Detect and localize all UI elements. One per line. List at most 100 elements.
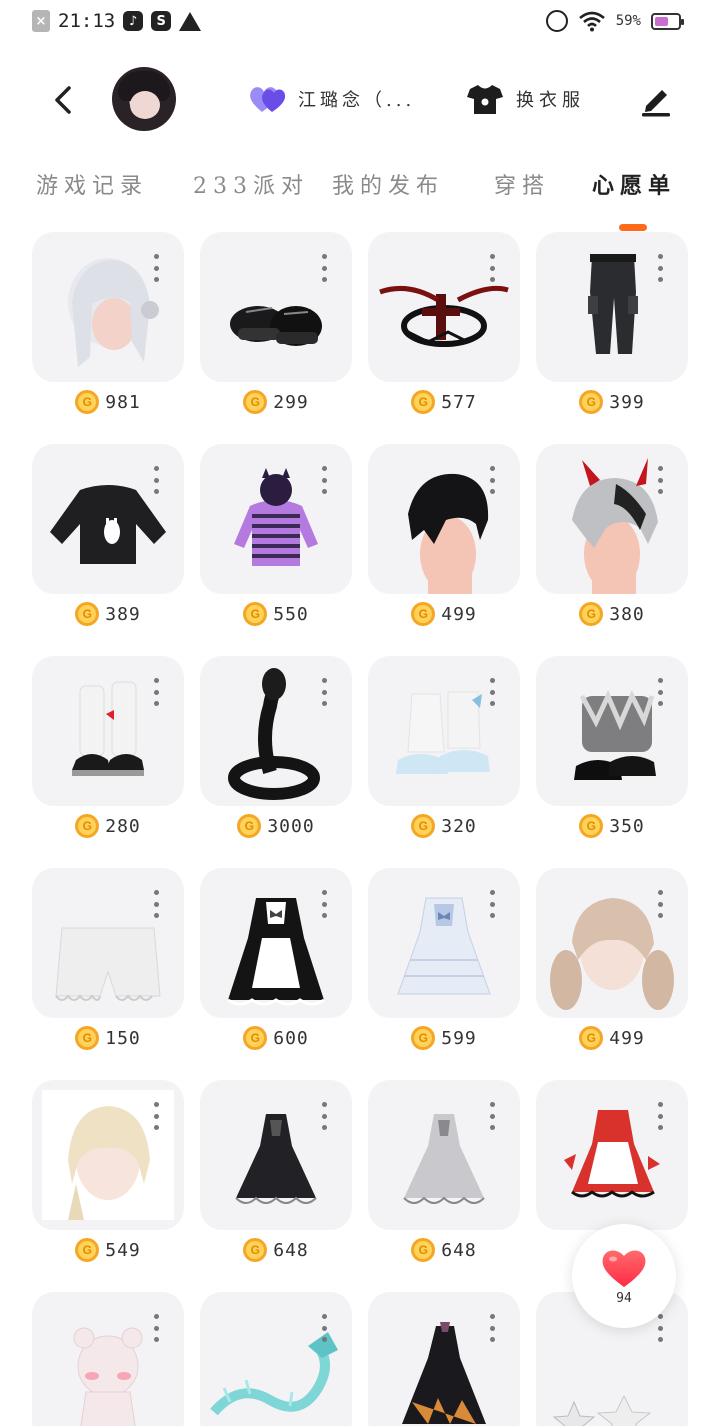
more-options-icon[interactable] xyxy=(320,1102,328,1130)
item-thumbnail[interactable] xyxy=(200,1080,352,1230)
wishlist-item[interactable]: G 648 xyxy=(200,1080,352,1262)
more-options-icon[interactable] xyxy=(488,678,496,706)
item-thumbnail[interactable] xyxy=(368,1292,520,1426)
more-options-icon[interactable] xyxy=(152,890,160,918)
tab-indicator xyxy=(619,224,647,231)
wishlist-item[interactable]: G 399 xyxy=(536,232,688,414)
wishlist-item[interactable]: G 499 xyxy=(536,868,688,1050)
wishlist-item[interactable] xyxy=(536,1080,688,1230)
more-options-icon[interactable] xyxy=(152,466,160,494)
item-thumbnail[interactable] xyxy=(200,1292,352,1426)
item-thumbnail[interactable] xyxy=(32,1292,184,1426)
item-price: 280 xyxy=(105,815,141,837)
more-options-icon[interactable] xyxy=(656,1102,664,1130)
wishlist-item[interactable]: G 599 xyxy=(368,868,520,1050)
tab-233-party[interactable]: 233派对 xyxy=(193,168,309,200)
wishlist-item[interactable]: G 320 xyxy=(368,656,520,838)
price-row: G 320 xyxy=(368,814,520,838)
item-thumbnail[interactable] xyxy=(200,656,352,806)
item-thumbnail[interactable] xyxy=(536,232,688,382)
more-options-icon[interactable] xyxy=(488,1102,496,1130)
avatar[interactable] xyxy=(112,67,176,131)
back-button[interactable] xyxy=(46,82,80,118)
more-options-icon[interactable] xyxy=(320,1314,328,1342)
more-options-icon[interactable] xyxy=(320,254,328,282)
wishlist-item[interactable]: G 600 xyxy=(200,868,352,1050)
item-thumbnail[interactable] xyxy=(536,444,688,594)
wishlist-item[interactable] xyxy=(32,1292,184,1426)
s-app-icon: S xyxy=(151,11,172,31)
tab-outfits[interactable]: 穿搭 xyxy=(494,168,550,200)
wishlist-item[interactable]: G 499 xyxy=(368,444,520,626)
fluffy-boots-image xyxy=(396,691,490,774)
relation-button[interactable]: 江璐念（... xyxy=(248,84,415,114)
more-options-icon[interactable] xyxy=(152,254,160,282)
item-thumbnail[interactable] xyxy=(368,444,520,594)
wishlist-item[interactable]: G 648 xyxy=(368,1080,520,1262)
item-thumbnail[interactable] xyxy=(200,232,352,382)
like-count: 94 xyxy=(616,1290,632,1306)
more-options-icon[interactable] xyxy=(656,890,664,918)
item-thumbnail[interactable] xyxy=(536,868,688,1018)
item-thumbnail[interactable] xyxy=(368,1080,520,1230)
item-thumbnail[interactable] xyxy=(32,656,184,806)
item-thumbnail[interactable] xyxy=(368,868,520,1018)
wishlist-item[interactable]: G 3000 xyxy=(200,656,352,838)
price-row: G 380 xyxy=(536,602,688,626)
more-options-icon[interactable] xyxy=(656,466,664,494)
item-price: 399 xyxy=(609,391,645,413)
more-options-icon[interactable] xyxy=(152,678,160,706)
item-thumbnail[interactable] xyxy=(32,1080,184,1230)
more-options-icon[interactable] xyxy=(656,1314,664,1342)
like-button[interactable]: 94 xyxy=(572,1224,676,1328)
item-thumbnail[interactable] xyxy=(536,1080,688,1230)
black-sweater-image xyxy=(50,485,166,564)
status-time: 21:13 xyxy=(58,10,116,32)
wishlist-item[interactable]: G 577 xyxy=(368,232,520,414)
tab-wishlist[interactable]: 心愿单 xyxy=(592,168,676,200)
edit-button[interactable] xyxy=(638,82,674,118)
wishlist-item[interactable]: G 550 xyxy=(200,444,352,626)
wishlist-item[interactable]: G 299 xyxy=(200,232,352,414)
item-thumbnail[interactable] xyxy=(368,656,520,806)
more-options-icon[interactable] xyxy=(656,254,664,282)
item-thumbnail[interactable] xyxy=(536,656,688,806)
item-price: 600 xyxy=(273,1027,309,1049)
wardrobe-button[interactable]: 换衣服 xyxy=(466,82,585,116)
item-price: 389 xyxy=(105,603,141,625)
item-thumbnail[interactable] xyxy=(32,232,184,382)
wishlist-item[interactable]: G 981 xyxy=(32,232,184,414)
item-thumbnail[interactable] xyxy=(32,444,184,594)
wishlist-item[interactable]: G 549 xyxy=(32,1080,184,1262)
more-options-icon[interactable] xyxy=(488,890,496,918)
more-options-icon[interactable] xyxy=(488,254,496,282)
wishlist-item[interactable] xyxy=(200,1292,352,1426)
item-price: 648 xyxy=(441,1239,477,1261)
more-options-icon[interactable] xyxy=(152,1314,160,1342)
item-price: 499 xyxy=(609,1027,645,1049)
wishlist-item[interactable]: G 150 xyxy=(32,868,184,1050)
more-options-icon[interactable] xyxy=(320,890,328,918)
more-options-icon[interactable] xyxy=(488,466,496,494)
red-maid-outfit-image xyxy=(564,1110,660,1198)
wishlist-item[interactable]: G 389 xyxy=(32,444,184,626)
wishlist-item[interactable]: G 350 xyxy=(536,656,688,838)
more-options-icon[interactable] xyxy=(488,1314,496,1342)
item-thumbnail[interactable] xyxy=(200,444,352,594)
more-options-icon[interactable] xyxy=(656,678,664,706)
wishlist-item[interactable]: G 380 xyxy=(536,444,688,626)
wishlist-item[interactable] xyxy=(368,1292,520,1426)
ice-dragon-image xyxy=(210,1332,338,1416)
more-options-icon[interactable] xyxy=(152,1102,160,1130)
more-options-icon[interactable] xyxy=(320,466,328,494)
price-row: G 648 xyxy=(200,1238,352,1262)
item-thumbnail[interactable] xyxy=(368,232,520,382)
tab-my-posts[interactable]: 我的发布 xyxy=(332,168,444,200)
item-price: 380 xyxy=(609,603,645,625)
wishlist-item[interactable]: G 280 xyxy=(32,656,184,838)
item-thumbnail[interactable] xyxy=(32,868,184,1018)
more-options-icon[interactable] xyxy=(320,678,328,706)
tab-game-records[interactable]: 游戏记录 xyxy=(36,168,148,200)
price-row: G 648 xyxy=(368,1238,520,1262)
item-thumbnail[interactable] xyxy=(200,868,352,1018)
